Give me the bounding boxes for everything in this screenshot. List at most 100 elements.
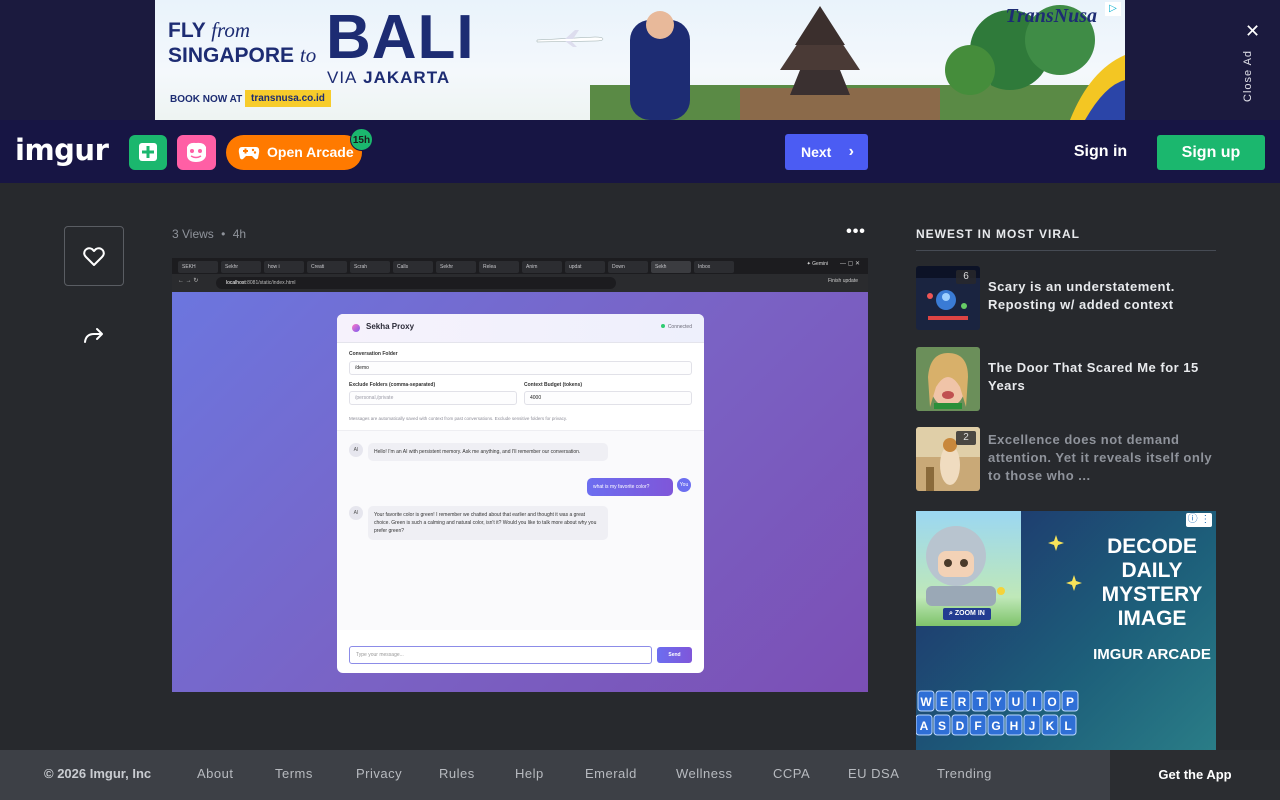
ad-via-city: JAKARTA [363, 68, 451, 87]
browser-tab: Creati [307, 261, 347, 273]
plus-square-icon [139, 143, 157, 161]
close-ad-label: Close Ad [1242, 49, 1254, 102]
browser-tab-strip: ✦ Gemini — ▢ ✕ SEKH Sekhr how i Creati Scrah… [172, 258, 868, 274]
post-thumbnail[interactable]: 6 [916, 266, 980, 330]
send-button: Send [657, 647, 692, 663]
favorite-button[interactable] [64, 226, 124, 286]
share-arrow-icon [84, 328, 103, 343]
get-the-app-button[interactable]: Get the App [1110, 750, 1280, 800]
browser-tab: Relea [479, 261, 519, 273]
app-title: Sekha Proxy [366, 322, 415, 331]
privacy-note: Messages are automatically saved with co… [349, 416, 568, 421]
post-image[interactable]: ✦ Gemini — ▢ ✕ SEKH Sekhr how i Creati Scrah… [172, 258, 868, 692]
sidebar-divider [916, 250, 1216, 251]
viral-post-title[interactable]: The Door That Scared Me for 15 Years [988, 359, 1216, 395]
keyboard-key-label: S [938, 719, 946, 733]
new-post-button[interactable] [129, 135, 167, 170]
image-count-badge: 2 [956, 431, 976, 445]
app-status-text: Connected [667, 324, 692, 330]
open-arcade-button[interactable]: Open Arcade [226, 135, 362, 170]
footer-link-rules[interactable]: Rules [439, 766, 475, 781]
browser-tab: Calls [393, 261, 433, 273]
app-logo-icon [352, 324, 360, 332]
url-path: :8081/static/index.html [245, 280, 296, 286]
ad-subheadline: IMGUR ARCADE [1093, 646, 1211, 663]
logo-text: imgur [15, 133, 109, 167]
view-count: 3 Views [172, 227, 214, 241]
copyright: © 2026 Imgur, Inc [44, 766, 152, 781]
heart-icon [83, 247, 105, 266]
footer-link-help[interactable]: Help [515, 766, 544, 781]
next-post-button[interactable]: Next › [785, 134, 868, 170]
close-icon[interactable]: ✕ [1245, 22, 1260, 40]
browser-tab: updat [565, 261, 605, 273]
viral-post-item[interactable]: The Door That Scared Me for 15 Years [916, 347, 1216, 411]
keyboard-key-label: L [1064, 719, 1071, 733]
nav-arrows-icon: ← → ↻ [178, 278, 199, 284]
browser-url-field: localhost:8081/static/index.html [216, 277, 616, 289]
meme-generator-button[interactable] [177, 135, 216, 170]
more-options-button[interactable]: ••• [844, 224, 868, 244]
ad-info-icon[interactable]: ▷ [1105, 2, 1121, 16]
ad-via-line: VIA JAKARTA [327, 68, 450, 88]
post-meta: 3 Views • 4h [172, 227, 246, 241]
viral-post-item[interactable]: 2 Excellence does not demand attention. … [916, 427, 1216, 491]
ad-destination: BALI [326, 3, 475, 72]
sidebar-title: NEWEST IN MOST VIRAL [916, 227, 1080, 241]
budget-label: Context Budget (tokens) [524, 382, 583, 388]
browser-tab: Scrah [350, 261, 390, 273]
arcade-timer-badge: 15h [350, 128, 373, 151]
viral-post-item[interactable]: 6 Scary is an understatement. Reposting … [916, 266, 1216, 330]
footer-link-terms[interactable]: Terms [275, 766, 313, 781]
browser-tab: Inbox [694, 261, 734, 273]
footer-link-about[interactable]: About [197, 766, 233, 781]
keyboard-key-label: H [1010, 719, 1019, 733]
site-footer: © 2026 Imgur, Inc About Terms Privacy Ru… [0, 750, 1280, 800]
message-input: Type your message... [349, 646, 652, 664]
window-controls-icon: — ▢ ✕ [839, 261, 860, 267]
post-thumbnail[interactable]: 2 [916, 427, 980, 491]
viral-post-title[interactable]: Excellence does not demand attention. Ye… [988, 431, 1216, 485]
footer-link-ccpa[interactable]: CCPA [773, 766, 810, 781]
ad-choices-icon[interactable]: ⓘ ⋮ [1186, 513, 1212, 527]
footer-link-wellness[interactable]: Wellness [676, 766, 733, 781]
gamepad-icon [238, 147, 260, 160]
footer-link-privacy[interactable]: Privacy [356, 766, 402, 781]
meme-face-icon [187, 142, 206, 162]
share-button[interactable] [80, 321, 108, 349]
ad-book-now: BOOK NOW AT [170, 94, 243, 105]
footer-link-eu-dsa[interactable]: EU DSA [848, 766, 899, 781]
ad-from-word: from [211, 18, 251, 42]
keyboard-key-label: R [958, 695, 967, 709]
zoom-in-text: ZOOM IN [954, 610, 985, 617]
user-avatar: You [677, 478, 691, 492]
footer-link-emerald[interactable]: Emerald [585, 766, 637, 781]
chat-message: what is my favorite color? [587, 478, 673, 496]
app-status: Connected [660, 324, 692, 330]
browser-tab: how i [264, 261, 304, 273]
folder-label: Conversation Folder [349, 351, 398, 357]
keyboard-illustration: WERTYUIOP ASDFGHJKL [916, 690, 1079, 736]
keyboard-key-label: D [956, 719, 965, 733]
meta-separator: • [221, 227, 226, 241]
close-ad-button[interactable]: ✕ Close Ad [1226, 0, 1280, 120]
ad-to-word: to [299, 43, 317, 67]
travel-ad-banner[interactable]: FLY from SINGAPORE to BALI VIA JAKARTA B… [155, 0, 1125, 120]
footer-link-trending[interactable]: Trending [937, 766, 992, 781]
imgur-logo[interactable]: imgur [15, 133, 109, 167]
app-header: Sekha Proxy Connected [337, 314, 704, 343]
viral-post-title[interactable]: Scary is an understatement. Reposting w/… [988, 278, 1216, 314]
arcade-label: Open Arcade [267, 144, 354, 160]
chat-message: Hello! I'm an AI with persistent memory.… [368, 443, 608, 461]
sign-in-button[interactable]: Sign in [1067, 132, 1134, 172]
sign-up-button[interactable]: Sign up [1157, 135, 1265, 170]
url-host: localhost [226, 280, 246, 286]
gemini-label: ✦ Gemini [806, 261, 828, 267]
post-thumbnail[interactable] [916, 347, 980, 411]
budget-field: 4000 [524, 391, 692, 405]
keyboard-key-label: U [1012, 695, 1021, 709]
arcade-ad[interactable]: ⌕ ZOOM IN DECODE DAILY MYSTERY IMAGE IMG… [916, 511, 1216, 750]
chevron-right-icon: › [848, 143, 854, 160]
ad-origin: SINGAPORE [168, 44, 295, 67]
ellipsis-icon: ••• [846, 223, 866, 240]
